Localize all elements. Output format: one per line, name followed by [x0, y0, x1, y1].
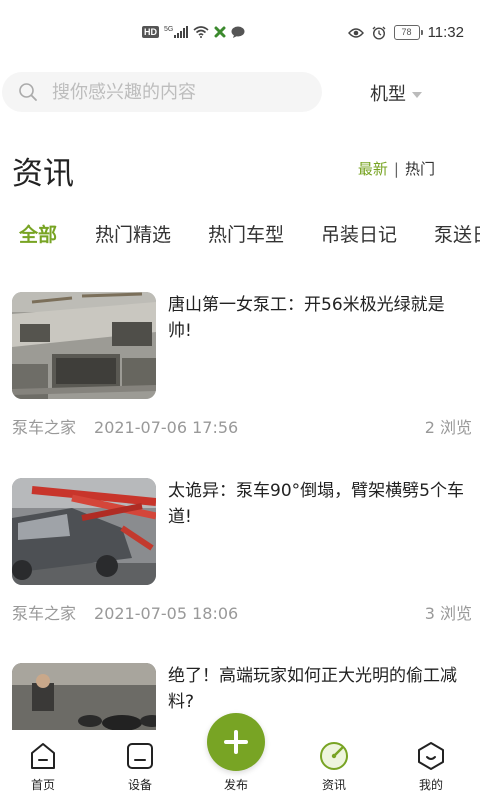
- search-icon: [19, 83, 37, 101]
- wifi-icon: [193, 26, 209, 38]
- status-left: HD 5G: [142, 26, 245, 38]
- search-input[interactable]: [50, 80, 304, 104]
- message-icon: [231, 26, 245, 38]
- news-compass-icon: [320, 742, 348, 770]
- device-icon: [127, 743, 153, 769]
- tab-featured[interactable]: 热门精选: [95, 220, 171, 247]
- article-meta: 泵车之家 2021-07-06 17:56: [12, 414, 238, 438]
- nav-news[interactable]: 资讯: [304, 740, 364, 793]
- nav-mine[interactable]: 我的: [401, 740, 461, 793]
- sort-hot-button[interactable]: 热门: [405, 158, 435, 179]
- article-date: 2021-07-06 17:56: [94, 418, 239, 437]
- tab-pumping-diary[interactable]: 泵送日: [434, 220, 480, 247]
- search-bar[interactable]: [2, 72, 322, 112]
- article-views: 3 浏览: [424, 604, 472, 623]
- article-title[interactable]: 唐山第一女泵工：开56米极光绿就是帅!: [168, 292, 468, 344]
- nav-home-label: 首页: [30, 778, 55, 792]
- article-thumbnail: [12, 663, 156, 730]
- home-icon: [31, 743, 55, 769]
- article-title[interactable]: 太诡异：泵车90°倒塌，臂架横劈5个车道!: [168, 478, 468, 530]
- clock: 11:32: [427, 24, 464, 41]
- status-right: 78 11:32: [347, 24, 464, 41]
- sort-latest-button[interactable]: 最新: [358, 158, 388, 179]
- app-notification-icon: [214, 26, 226, 38]
- tab-popular-models[interactable]: 热门车型: [208, 220, 284, 247]
- page-title: 资讯: [12, 156, 74, 192]
- nav-mine-label: 我的: [418, 778, 443, 792]
- network-type: 5G: [164, 25, 174, 33]
- publish-button[interactable]: [207, 713, 265, 771]
- nav-home[interactable]: 首页: [13, 740, 73, 793]
- tab-lifting-diary[interactable]: 吊装日记: [321, 220, 397, 247]
- sort-divider: |: [393, 159, 399, 178]
- category-tabs: 全部 热门精选 热门车型 吊装日记 泵送日: [0, 220, 480, 250]
- status-bar: HD 5G 78 11:32: [0, 0, 480, 70]
- signal-icon: [174, 26, 189, 38]
- tab-all[interactable]: 全部: [19, 220, 57, 247]
- model-filter-label: 机型: [370, 84, 406, 105]
- hd-indicator: HD: [142, 26, 159, 38]
- article-source: 泵车之家: [12, 604, 77, 623]
- article-thumbnail: [12, 478, 156, 585]
- article-source: 泵车之家: [12, 418, 77, 437]
- article-date: 2021-07-05 18:06: [94, 604, 239, 623]
- model-filter-dropdown[interactable]: 机型: [370, 80, 422, 106]
- nav-device-label: 设备: [127, 778, 152, 792]
- nav-device[interactable]: 设备: [110, 740, 170, 793]
- eye-icon: [347, 27, 364, 38]
- alarm-icon: [372, 26, 386, 40]
- battery-level: 78: [393, 25, 423, 40]
- article-title[interactable]: 绝了！高端玩家如何正大光明的偷工减料?: [168, 663, 468, 715]
- article-thumbnail: [12, 292, 156, 399]
- article-views: 2 浏览: [424, 418, 472, 437]
- profile-icon: [418, 742, 444, 770]
- sort-toggle: 最新 | 热门: [358, 158, 435, 179]
- caret-down-icon: [412, 91, 422, 98]
- nav-news-label: 资讯: [321, 778, 346, 792]
- article-meta: 泵车之家 2021-07-05 18:06: [12, 600, 238, 624]
- publish-label: 发布: [223, 778, 248, 792]
- plus-icon: [224, 730, 248, 754]
